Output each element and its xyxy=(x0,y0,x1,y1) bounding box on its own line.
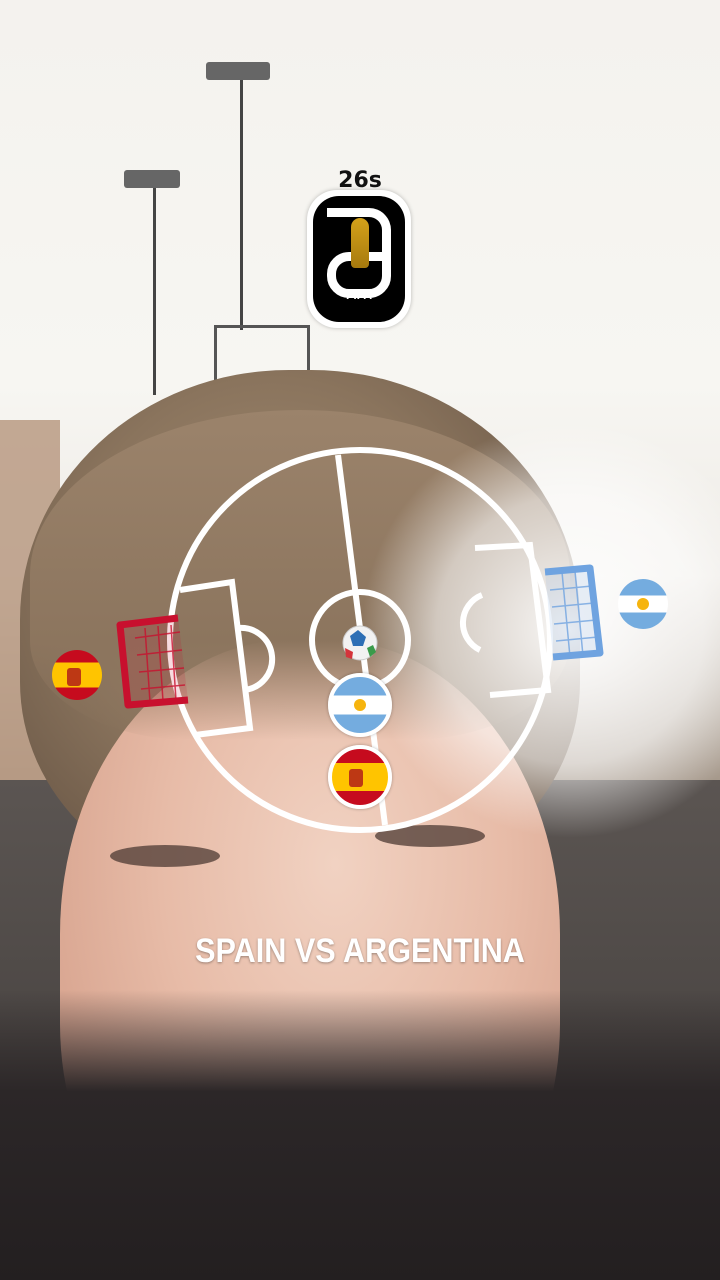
argentina-player-token[interactable] xyxy=(328,673,392,737)
spain-flag-icon xyxy=(52,650,102,700)
right-penalty-arc xyxy=(459,592,484,653)
right-goal xyxy=(544,564,604,661)
soccer-pitch xyxy=(116,447,604,833)
soccer-ball-icon xyxy=(342,625,378,661)
left-penalty-box xyxy=(179,578,254,738)
left-goal xyxy=(116,614,189,709)
argentina-flag-icon xyxy=(618,579,668,629)
spain-player-token[interactable] xyxy=(328,745,392,809)
match-title: SPAIN VS ARGENTINA xyxy=(195,932,525,970)
